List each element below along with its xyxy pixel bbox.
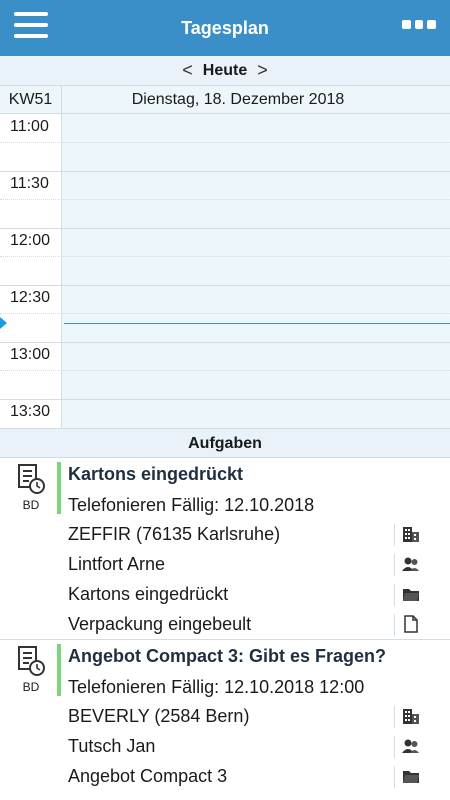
- time-label: 13:00: [10, 346, 51, 363]
- task-clock-icon: [18, 646, 45, 676]
- current-time-line: [64, 323, 450, 324]
- page-title: Tagesplan: [181, 17, 269, 38]
- time-slot[interactable]: 11:00: [0, 114, 450, 171]
- company-link[interactable]: ZEFFIR (76135 Karlsruhe): [68, 524, 280, 545]
- previous-day-button[interactable]: <: [182, 60, 193, 81]
- contact-icon[interactable]: [402, 555, 420, 573]
- contact-icon[interactable]: [402, 737, 420, 755]
- task-link-row[interactable]: Lintfort Arne: [68, 550, 450, 580]
- time-slot[interactable]: 11:30: [0, 171, 450, 228]
- current-time-marker-icon: [0, 317, 7, 329]
- day-calendar[interactable]: KW51 Dienstag, 18. Dezember 2018 11:00 1…: [0, 86, 450, 428]
- task-link-row[interactable]: Angebot Compact 3: [68, 762, 450, 792]
- date-navigation: < Heute >: [0, 56, 450, 86]
- today-button[interactable]: Heute: [203, 62, 247, 80]
- time-label: 11:00: [10, 118, 49, 135]
- tasks-section-header: Aufgaben: [0, 428, 450, 458]
- task-link-row[interactable]: ZEFFIR (76135 Karlsruhe): [68, 520, 450, 550]
- task-link-row[interactable]: BEVERLY (2584 Bern): [68, 702, 450, 732]
- project-link[interactable]: Angebot Compact 3: [68, 766, 227, 787]
- contact-link[interactable]: Lintfort Arne: [68, 554, 165, 575]
- folder-icon[interactable]: [402, 585, 420, 603]
- task-item[interactable]: BD Angebot Compact 3: Gibt es Fragen? Te…: [0, 640, 450, 800]
- company-icon[interactable]: [402, 525, 420, 543]
- more-options-icon[interactable]: [402, 20, 437, 34]
- task-item[interactable]: BD Kartons eingedrückt Telefonieren Fäll…: [0, 458, 450, 640]
- project-link[interactable]: Kartons eingedrückt: [68, 584, 228, 605]
- contact-link[interactable]: Tutsch Jan: [68, 736, 155, 757]
- task-title[interactable]: Angebot Compact 3: Gibt es Fragen?: [68, 646, 386, 667]
- time-label: 12:00: [10, 232, 51, 249]
- document-link[interactable]: Verpackung eingebeult: [68, 614, 251, 635]
- week-number: KW51: [0, 86, 62, 113]
- task-link-row[interactable]: Tutsch Jan: [68, 732, 450, 762]
- time-label: 11:30: [10, 175, 49, 192]
- task-link-row[interactable]: Verpackung eingebeult: [68, 610, 450, 640]
- task-subtitle: Telefonieren Fällig: 12.10.2018: [68, 495, 315, 515]
- time-label: 12:30: [10, 289, 51, 306]
- company-icon[interactable]: [402, 707, 420, 725]
- app-header: Tagesplan: [0, 0, 450, 56]
- time-slot[interactable]: 12:00: [0, 228, 450, 285]
- time-slot[interactable]: 13:00: [0, 342, 450, 399]
- hamburger-menu-icon[interactable]: [14, 12, 48, 42]
- task-clock-icon: [18, 464, 45, 494]
- assignee-badge: BD: [22, 680, 40, 694]
- task-subtitle: Telefonieren Fällig: 12.10.2018 12:00: [68, 677, 365, 697]
- time-label: 13:30: [10, 403, 51, 420]
- calendar-grid[interactable]: 11:00 11:30 12:00 12:30 13:00 13:30: [0, 114, 450, 428]
- status-bar: [57, 644, 61, 696]
- task-link-row[interactable]: Kartons eingedrückt: [68, 580, 450, 610]
- company-link[interactable]: BEVERLY (2584 Bern): [68, 706, 249, 727]
- task-title[interactable]: Kartons eingedrückt: [68, 464, 243, 485]
- document-icon[interactable]: [402, 615, 420, 633]
- status-bar: [57, 462, 61, 514]
- next-day-button[interactable]: >: [257, 60, 268, 81]
- time-slot[interactable]: 12:30: [0, 285, 450, 342]
- folder-icon[interactable]: [402, 767, 420, 785]
- tasks-list[interactable]: BD Kartons eingedrückt Telefonieren Fäll…: [0, 458, 450, 800]
- assignee-badge: BD: [22, 498, 40, 512]
- day-label: Dienstag, 18. Dezember 2018: [131, 91, 345, 108]
